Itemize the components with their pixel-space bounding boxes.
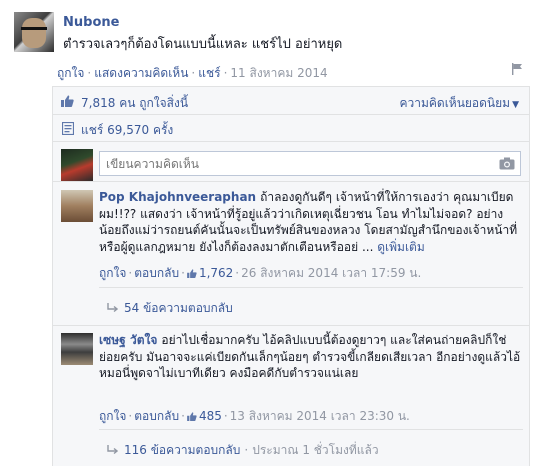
feedback-box: 7,818 คน ถูกใจสิ่งนี้ ความคิดเห็นยอดนิยม… <box>52 86 530 466</box>
comment-timestamp[interactable]: 13 สิงหาคม 2014 เวลา 23:30 น. <box>230 409 410 423</box>
comment-like-count[interactable]: 485 <box>199 409 222 423</box>
commenter-avatar[interactable] <box>61 333 93 365</box>
comment: Pop Khajohnveeraphan ถ้าลองดูกันดีๆ เจ้าห… <box>53 182 529 325</box>
likes-suffix: คน ถูกใจสิ่งนี้ <box>119 96 189 110</box>
comment-like-link[interactable]: ถูกใจ <box>99 409 126 423</box>
comment-like-count[interactable]: 1,762 <box>199 266 233 280</box>
divider <box>99 429 523 430</box>
replies-time: ประมาณ 1 ชั่วโมงที่แล้ว <box>252 443 379 457</box>
divider <box>99 287 523 288</box>
likes-summary[interactable]: 7,818 คน ถูกใจสิ่งนี้ <box>81 94 188 113</box>
reply-arrow-icon <box>107 445 118 455</box>
top-comments-label: ความคิดเห็นยอดนิยม <box>399 96 511 110</box>
comment-link[interactable]: แสดงความคิดเห็น <box>94 66 188 80</box>
see-more-link[interactable]: ดูเพิ่มเติม <box>377 240 425 254</box>
post-text: ตำรวจเลวๆก็ต้องโดนแบบนี้แหละ แชร์ไป อย่า… <box>63 37 343 52</box>
viewer-avatar <box>61 149 93 181</box>
flag-icon[interactable] <box>511 63 523 75</box>
caret-down-icon: ▼ <box>512 100 519 110</box>
author-avatar[interactable] <box>14 12 54 52</box>
post-date[interactable]: 11 สิงหาคม 2014 <box>230 66 327 80</box>
like-thumb-icon <box>187 412 197 421</box>
like-thumb-icon <box>61 95 74 107</box>
like-thumb-icon <box>187 269 197 278</box>
view-replies-link[interactable]: 116 ข้อความตอบกลับ · ประมาณ 1 ชั่วโมงที่แล… <box>107 441 379 460</box>
comment-meta: ถูกใจ · ตอบกลับ · 1,762 · 26 สิงหาคม 2014 เวลา… <box>99 266 422 280</box>
like-link[interactable]: ถูกใจ <box>57 66 84 80</box>
post-header: Nubone ตำรวจเลวๆก็ต้องโดนแบบนี้แหละ แชร์… <box>14 12 534 52</box>
comment-timestamp[interactable]: 26 สิงหาคม 2014 เวลา 17:59 น. <box>241 266 421 280</box>
share-icon <box>62 122 74 135</box>
shares-count[interactable]: แชร์ 69,570 ครั้ง <box>81 121 173 140</box>
commenter-name[interactable]: เซษฐ วัตใจ <box>99 333 157 347</box>
comment-reply-link[interactable]: ตอบกลับ <box>134 409 179 423</box>
replies-count: 54 ข้อความตอบกลับ <box>124 301 233 315</box>
likes-count[interactable]: 7,818 <box>81 96 115 110</box>
comment: เซษฐ วัตใจ อย่าไปเชื่อมากครับ ไอ้คลิปแบบน… <box>53 325 529 466</box>
shares-row: แชร์ 69,570 ครั้ง <box>53 115 529 142</box>
comment-reply-link[interactable]: ตอบกลับ <box>134 266 179 280</box>
reply-arrow-icon <box>107 303 118 313</box>
top-comments-dropdown[interactable]: ความคิดเห็นยอดนิยม ▼ <box>399 94 519 113</box>
author-name[interactable]: Nubone <box>63 15 119 30</box>
post-actions: ถูกใจ · แสดงความคิดเห็น · แชร์ · 11 สิงหาคม 20… <box>57 66 328 80</box>
comment-composer <box>53 142 529 182</box>
comment-input[interactable] <box>99 151 521 176</box>
commenter-avatar[interactable] <box>61 190 93 222</box>
comment-text: อย่าไปเชื่อมากครับ ไอ้คลิปแบบนี้ต้องดูยา… <box>99 333 521 380</box>
camera-icon[interactable] <box>499 157 515 170</box>
likes-row: 7,818 คน ถูกใจสิ่งนี้ ความคิดเห็นยอดนิยม… <box>53 87 529 115</box>
comment-like-link[interactable]: ถูกใจ <box>99 266 126 280</box>
replies-count: 116 ข้อความตอบกลับ <box>124 443 241 457</box>
share-link[interactable]: แชร์ <box>198 66 220 80</box>
comment-body: เซษฐ วัตใจ อย่าไปเชื่อมากครับ ไอ้คลิปแบบน… <box>99 332 523 382</box>
view-replies-link[interactable]: 54 ข้อความตอบกลับ <box>107 299 233 318</box>
comment-body: Pop Khajohnveeraphan ถ้าลองดูกันดีๆ เจ้าห… <box>99 189 523 255</box>
comment-meta: ถูกใจ · ตอบกลับ · 485 · 13 สิงหาคม 2014 เวลา 2… <box>99 409 410 423</box>
commenter-name[interactable]: Pop Khajohnveeraphan <box>99 190 256 204</box>
